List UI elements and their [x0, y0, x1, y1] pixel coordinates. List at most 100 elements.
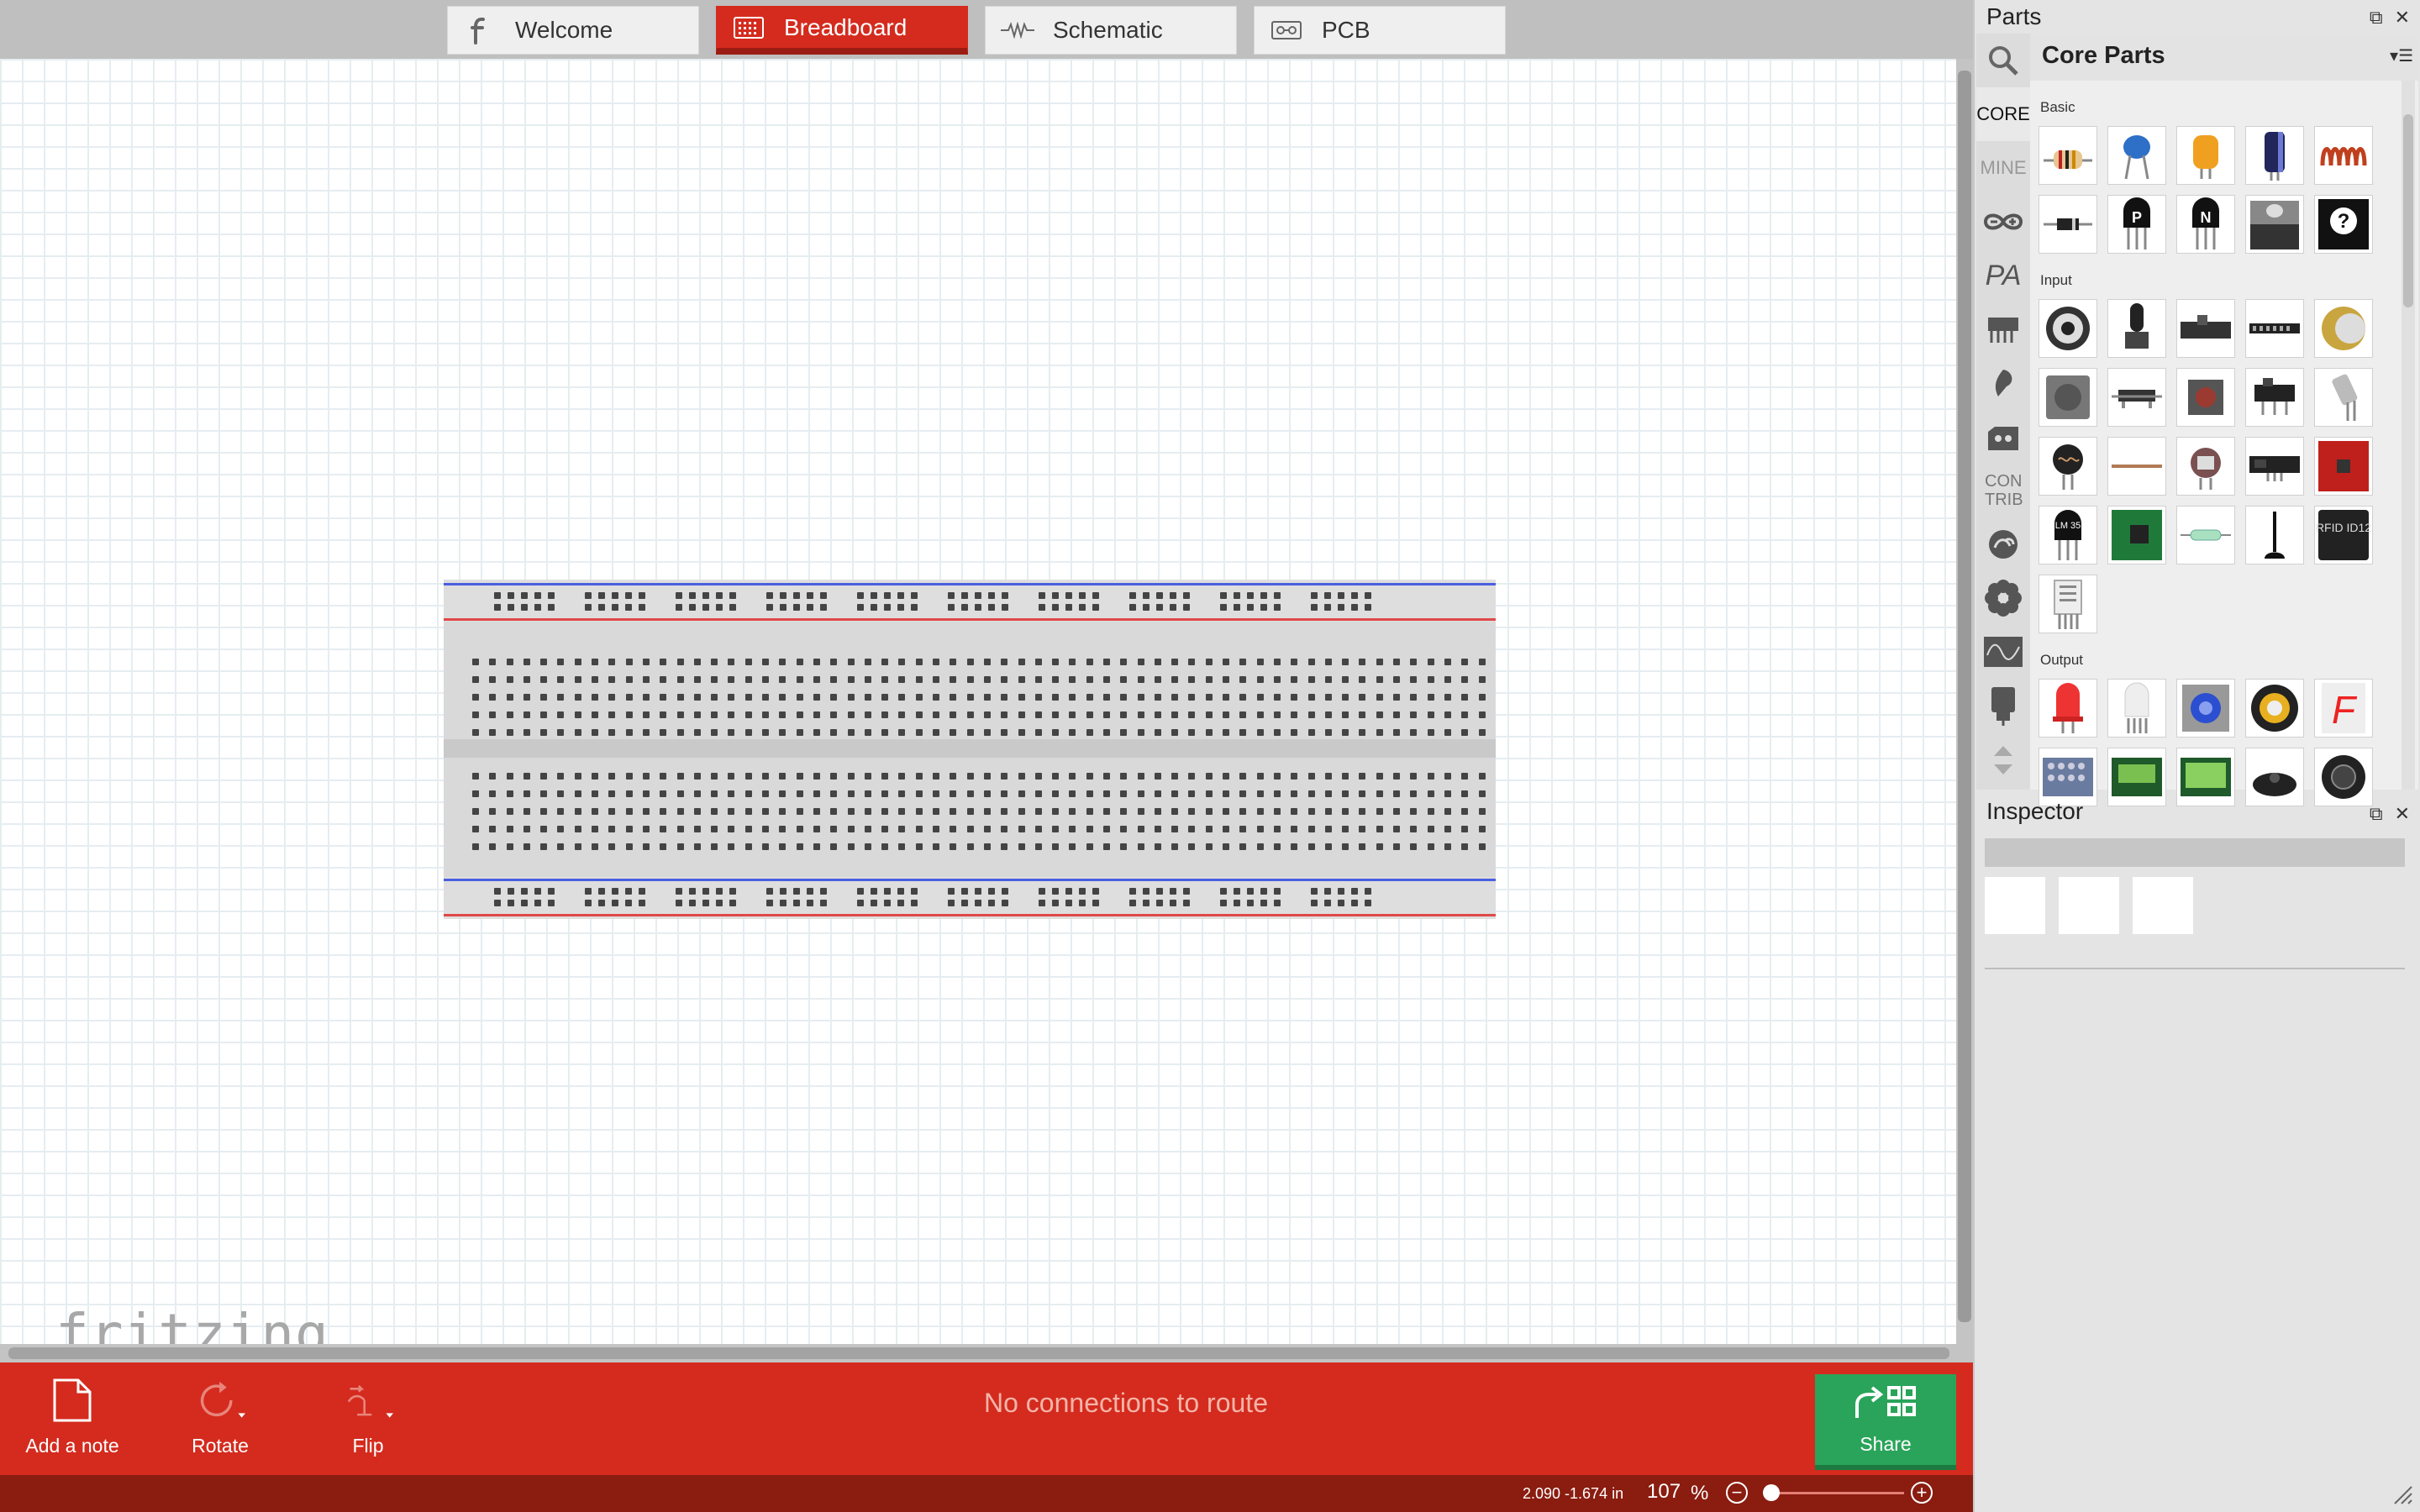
bin-menu-icon[interactable]: ▾☰ — [2390, 45, 2413, 66]
breadboard-hole — [1359, 659, 1366, 665]
tab-schematic[interactable]: Schematic — [985, 6, 1237, 55]
part-inductor[interactable] — [2314, 126, 2373, 185]
scroll-thumb[interactable] — [2403, 114, 2413, 307]
tab-pcb[interactable]: PCB — [1254, 6, 1506, 55]
bin-tab-contrib[interactable]: CON TRIB — [1976, 464, 2030, 517]
intel-icon — [1988, 318, 2018, 343]
part-red-led[interactable] — [2039, 679, 2097, 738]
part-buzzer[interactable] — [2245, 748, 2304, 806]
part-power-led[interactable] — [2176, 679, 2235, 738]
breadboard-hole — [574, 694, 581, 701]
bin-tabs-scroll[interactable] — [1976, 732, 2030, 786]
float-panel-icon[interactable]: ⧉ — [2370, 803, 2383, 825]
part-star-led[interactable] — [2245, 679, 2304, 738]
bin-tab-core[interactable]: CORE — [1976, 87, 2030, 141]
breadboard-hole — [523, 808, 530, 815]
tab-breadboard[interactable]: Breadboard — [716, 6, 968, 55]
part-rotary-pot[interactable] — [2039, 368, 2097, 427]
part-accelerometer[interactable] — [2314, 437, 2373, 496]
scroll-thumb[interactable] — [1958, 71, 1971, 1322]
part-speaker[interactable] — [2314, 748, 2373, 806]
part-antenna[interactable] — [2245, 506, 2304, 564]
breadboard-hole — [728, 843, 735, 850]
part-flex-sensor[interactable] — [2107, 437, 2166, 496]
part-slide-potentiometer[interactable] — [2176, 299, 2235, 358]
part-mystery[interactable]: ? — [2314, 195, 2373, 254]
breadboard-hole — [847, 729, 855, 736]
share-button[interactable]: Share — [1815, 1374, 1956, 1470]
bin-tab-seeed[interactable] — [1976, 410, 2030, 464]
part-rgb-led[interactable] — [2107, 679, 2166, 738]
part-reed-switch[interactable] — [2107, 368, 2166, 427]
part-lcd-large[interactable] — [2176, 748, 2235, 806]
part-tilt-sensor[interactable] — [2314, 368, 2373, 427]
part-electrolytic-capacitor[interactable] — [2245, 126, 2304, 185]
tab-welcome[interactable]: Welcome — [447, 6, 699, 55]
part-gps-module[interactable] — [2107, 506, 2166, 564]
part-npn-transistor[interactable]: N — [2176, 195, 2235, 254]
breadboard-hole — [1307, 808, 1315, 815]
breadboard-hole — [779, 773, 786, 780]
bin-tab-intel[interactable] — [1976, 302, 2030, 356]
breadboard-hole — [472, 773, 479, 780]
breadboard-part[interactable] — [444, 580, 1496, 919]
add-note-button[interactable]: Add a note — [5, 1374, 139, 1467]
search-parts-tab[interactable] — [1976, 34, 2030, 87]
scroll-thumb[interactable] — [8, 1347, 1949, 1359]
part-ceramic-capacitor[interactable] — [2107, 126, 2166, 185]
zoom-level-input[interactable]: 107 — [1647, 1480, 1681, 1504]
bin-tab-mine[interactable]: MINE — [1976, 141, 2030, 195]
float-panel-icon[interactable]: ⧉ — [2370, 7, 2383, 29]
part-rotary-encoder[interactable] — [2314, 299, 2373, 358]
parts-bin-scrollbar[interactable] — [2402, 81, 2415, 790]
rail-hole-group — [1220, 888, 1281, 906]
zoom-slider[interactable] — [1770, 1492, 1904, 1494]
zoom-in-button[interactable]: + — [1911, 1482, 1933, 1504]
breadboard-hole — [574, 808, 581, 815]
bin-tab-pa[interactable]: PA — [1976, 249, 2030, 302]
resize-grip-icon[interactable] — [2391, 1483, 2413, 1505]
part-slide-switch[interactable] — [2245, 368, 2304, 427]
part-reed-glass[interactable] — [2176, 506, 2235, 564]
part-humidity-sensor[interactable] — [2039, 575, 2097, 633]
close-icon[interactable]: ✕ — [2395, 803, 2410, 825]
part-pushbutton[interactable] — [2176, 368, 2235, 427]
zoom-out-button[interactable]: − — [1726, 1482, 1748, 1504]
part-dip-switch[interactable] — [2245, 299, 2304, 358]
flip-button[interactable]: Flip — [301, 1374, 435, 1467]
part-temperature-sensor[interactable]: LM 35 — [2039, 506, 2097, 564]
canvas-horizontal-scrollbar[interactable] — [0, 1344, 1973, 1362]
breadboard-hole — [1324, 729, 1332, 736]
part-resistor[interactable] — [2039, 126, 2097, 185]
close-icon[interactable]: ✕ — [2395, 7, 2410, 29]
breadboard-hole — [1018, 659, 1025, 665]
part-rfid-reader[interactable]: RFID ID12 — [2314, 506, 2373, 564]
rotate-button[interactable]: Rotate — [153, 1374, 287, 1467]
part-pressure-sensor[interactable] — [2176, 437, 2235, 496]
breadboard-hole — [540, 843, 548, 850]
canvas-vertical-scrollbar[interactable] — [1956, 59, 1973, 1348]
bin-tab-connector[interactable] — [1976, 679, 2030, 732]
part-ir-sensor[interactable] — [2245, 437, 2304, 496]
bin-tab-oscilloscope[interactable] — [1976, 625, 2030, 679]
breadboard-hole — [1461, 729, 1469, 736]
part-photocell[interactable] — [2039, 437, 2097, 496]
bin-tab-snootlab[interactable] — [1976, 356, 2030, 410]
part-lcd-small[interactable] — [2107, 748, 2166, 806]
breadboard-hole — [1324, 694, 1332, 701]
part-diode[interactable] — [2039, 195, 2097, 254]
part-tantalum-capacitor[interactable] — [2176, 126, 2235, 185]
part-joystick[interactable] — [2107, 299, 2166, 358]
breadboard-canvas[interactable]: fritzing — [0, 59, 1956, 1367]
bin-tab-flower[interactable] — [1976, 571, 2030, 625]
tab-label: Schematic — [1053, 17, 1163, 43]
part-mosfet[interactable] — [2245, 195, 2304, 254]
plus-icon: + — [1916, 1482, 1928, 1503]
bin-tab-arduino[interactable] — [1976, 195, 2030, 249]
bin-tab-loopy[interactable] — [1976, 517, 2030, 571]
zoom-slider-handle[interactable] — [1763, 1484, 1780, 1501]
part-potentiometer[interactable] — [2039, 299, 2097, 358]
breadboard-hole — [1444, 676, 1451, 683]
part-pnp-transistor[interactable]: P — [2107, 195, 2166, 254]
part-seven-segment[interactable]: F — [2314, 679, 2373, 738]
